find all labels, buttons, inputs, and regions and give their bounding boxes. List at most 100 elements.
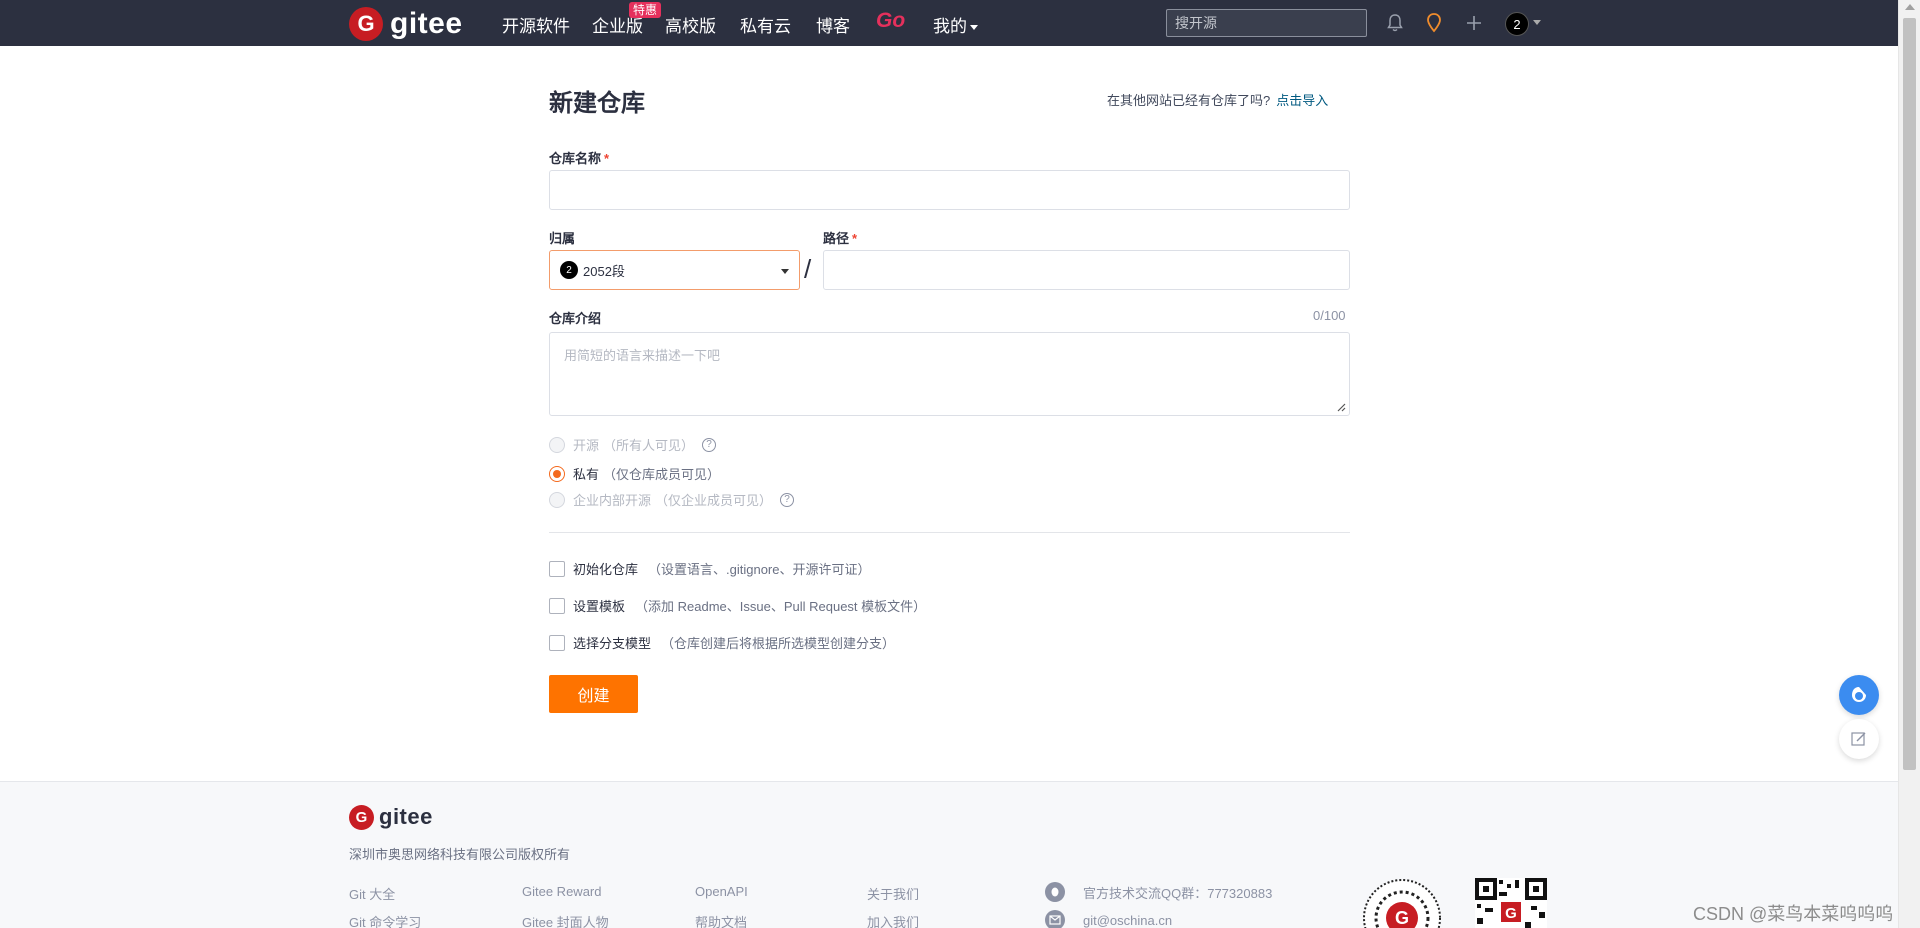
- check-hint: （仓库创建后将根据所选模型创建分支）: [661, 636, 896, 651]
- radio-label: 企业内部开源: [573, 493, 652, 508]
- csdn-watermark: CSDN @菜鸟本菜呜呜呜: [1693, 904, 1894, 924]
- radio-hint: （仅企业成员可见）: [655, 493, 773, 508]
- footer-link[interactable]: OpenAPI: [695, 884, 748, 899]
- chevron-down-icon: [781, 269, 789, 274]
- owner-label: 归属: [549, 231, 576, 246]
- page-title: 新建仓库: [549, 90, 645, 117]
- import-link[interactable]: 点击导入: [1276, 93, 1328, 108]
- mail-icon: [1045, 910, 1065, 928]
- nav-item-blog[interactable]: 博客: [816, 12, 850, 37]
- bell-icon[interactable]: [1383, 11, 1407, 35]
- scrollbar[interactable]: [1898, 0, 1920, 928]
- check-label: 初始化仓库: [573, 562, 639, 577]
- wechat-qr-code: G: [1475, 878, 1555, 928]
- option-template[interactable]: 设置模板 （添加 Readme、Issue、Pull Request 模板文件）: [549, 596, 926, 615]
- visibility-option-private[interactable]: 私有 （仅仓库成员可见）: [549, 464, 720, 483]
- option-init-repo[interactable]: 初始化仓库 （设置语言、.gitignore、开源许可证）: [549, 559, 871, 578]
- footer-link[interactable]: 帮助文档: [695, 912, 747, 928]
- help-icon[interactable]: ?: [702, 437, 717, 452]
- import-tip: 在其他网站已经有仓库了吗? 点击导入: [1107, 90, 1328, 109]
- chevron-down-icon: [970, 25, 978, 31]
- qq-group-text: 官方技术交流QQ群：777320883: [1083, 885, 1273, 901]
- nav-item-private-cloud[interactable]: 私有云: [740, 12, 791, 37]
- footer-link[interactable]: Git 命令学习: [349, 912, 421, 928]
- repo-name-input[interactable]: [549, 170, 1350, 210]
- radio-label: 私有: [573, 467, 600, 482]
- chat-bubble-icon: [1852, 687, 1866, 702]
- footer-link[interactable]: Git 大全: [349, 884, 395, 903]
- create-button[interactable]: 创建: [549, 675, 638, 713]
- owner-select[interactable]: 2 2052段: [549, 250, 800, 290]
- scrollbar-thumb[interactable]: [1903, 18, 1916, 770]
- qq-group-contact: 官方技术交流QQ群：777320883: [1045, 882, 1272, 902]
- checkbox-branch-model[interactable]: [549, 634, 565, 651]
- path-label-text: 路径: [823, 231, 850, 246]
- email-contact: git@oschina.cn: [1045, 910, 1172, 928]
- visibility-option-open[interactable]: 开源 （所有人可见） ?: [549, 435, 717, 454]
- chat-float-button[interactable]: [1839, 675, 1879, 715]
- svg-text:G: G: [1505, 905, 1517, 922]
- plus-icon[interactable]: [1462, 11, 1486, 35]
- mini-program-qr-code: G: [1362, 878, 1442, 928]
- search-input[interactable]: [1166, 9, 1367, 37]
- repo-name-label-text: 仓库名称: [549, 151, 602, 166]
- description-label: 仓库介绍: [549, 311, 602, 326]
- edit-icon: [1851, 732, 1866, 746]
- radio-hint: （所有人可见）: [603, 438, 695, 453]
- divider: [549, 532, 1350, 533]
- footer-logo[interactable]: G gitee: [349, 804, 433, 830]
- option-branch-model[interactable]: 选择分支模型 （仓库创建后将根据所选模型创建分支）: [549, 633, 895, 652]
- visibility-option-enterprise[interactable]: 企业内部开源 （仅企业成员可见） ?: [549, 490, 795, 509]
- help-icon[interactable]: ?: [780, 492, 795, 507]
- radio-label: 开源: [573, 438, 600, 453]
- check-hint: （设置语言、.gitignore、开源许可证）: [648, 562, 871, 577]
- gitee-logo-badge: G: [349, 7, 383, 41]
- copyright: 深圳市奥思网络科技有限公司版权所有: [349, 847, 571, 862]
- footer-link[interactable]: 关于我们: [867, 884, 919, 903]
- svg-text:G: G: [1395, 908, 1409, 928]
- hot-badge: 特惠: [629, 2, 662, 18]
- import-tip-text: 在其他网站已经有仓库了吗?: [1107, 93, 1271, 108]
- footer-link[interactable]: Gitee Reward: [522, 884, 601, 899]
- path-label: 路径 *: [823, 228, 857, 247]
- nav-item-open-source[interactable]: 开源软件: [502, 12, 570, 37]
- resize-grip-icon[interactable]: [1336, 402, 1346, 412]
- path-separator: /: [804, 254, 812, 284]
- email-text: git@oschina.cn: [1083, 912, 1173, 928]
- path-input[interactable]: [823, 250, 1350, 290]
- nav-item-university[interactable]: 高校版: [665, 12, 716, 37]
- footer: G gitee 深圳市奥思网络科技有限公司版权所有 Git 大全 Git 命令学…: [0, 781, 1898, 928]
- check-label: 选择分支模型: [573, 636, 652, 651]
- nav-item-mine[interactable]: 我的: [933, 12, 978, 37]
- description-counter: 0/100: [1313, 308, 1346, 323]
- qq-icon: [1045, 882, 1065, 902]
- footer-logo-text: gitee: [379, 804, 433, 829]
- radio-open[interactable]: [549, 436, 565, 453]
- scroll-up-arrow-icon[interactable]: [1905, 4, 1915, 10]
- radio-hint: （仅仓库成员可见）: [603, 467, 721, 482]
- radio-enterprise[interactable]: [549, 491, 565, 508]
- location-pin-icon[interactable]: [1422, 11, 1446, 35]
- checkbox-init-repo[interactable]: [549, 560, 565, 577]
- footer-link[interactable]: 加入我们: [867, 912, 919, 928]
- check-hint: （添加 Readme、Issue、Pull Request 模板文件）: [635, 599, 927, 614]
- top-navbar: G gitee 开源软件 企业版 特惠 高校版 私有云 博客 Go 我的 2: [0, 0, 1898, 46]
- owner-avatar: 2: [560, 261, 578, 279]
- user-avatar[interactable]: 2: [1505, 12, 1529, 36]
- description-textarea[interactable]: [549, 332, 1350, 416]
- check-label: 设置模板: [573, 599, 626, 614]
- gitee-logo[interactable]: G gitee: [349, 7, 463, 41]
- nav-item-go[interactable]: Go: [876, 9, 905, 33]
- repo-name-label: 仓库名称 *: [549, 148, 609, 167]
- nav-mine-label: 我的: [933, 17, 967, 36]
- feedback-float-button[interactable]: [1839, 719, 1879, 759]
- checkbox-template[interactable]: [549, 597, 565, 614]
- owner-name: 2052段: [583, 263, 625, 279]
- gitee-logo-badge: G: [349, 804, 374, 830]
- required-mark: *: [604, 151, 610, 166]
- required-mark: *: [852, 231, 858, 246]
- footer-link[interactable]: Gitee 封面人物: [522, 912, 609, 928]
- radio-private[interactable]: [549, 465, 565, 482]
- chevron-down-icon[interactable]: [1533, 20, 1541, 25]
- gitee-logo-text: gitee: [390, 7, 463, 40]
